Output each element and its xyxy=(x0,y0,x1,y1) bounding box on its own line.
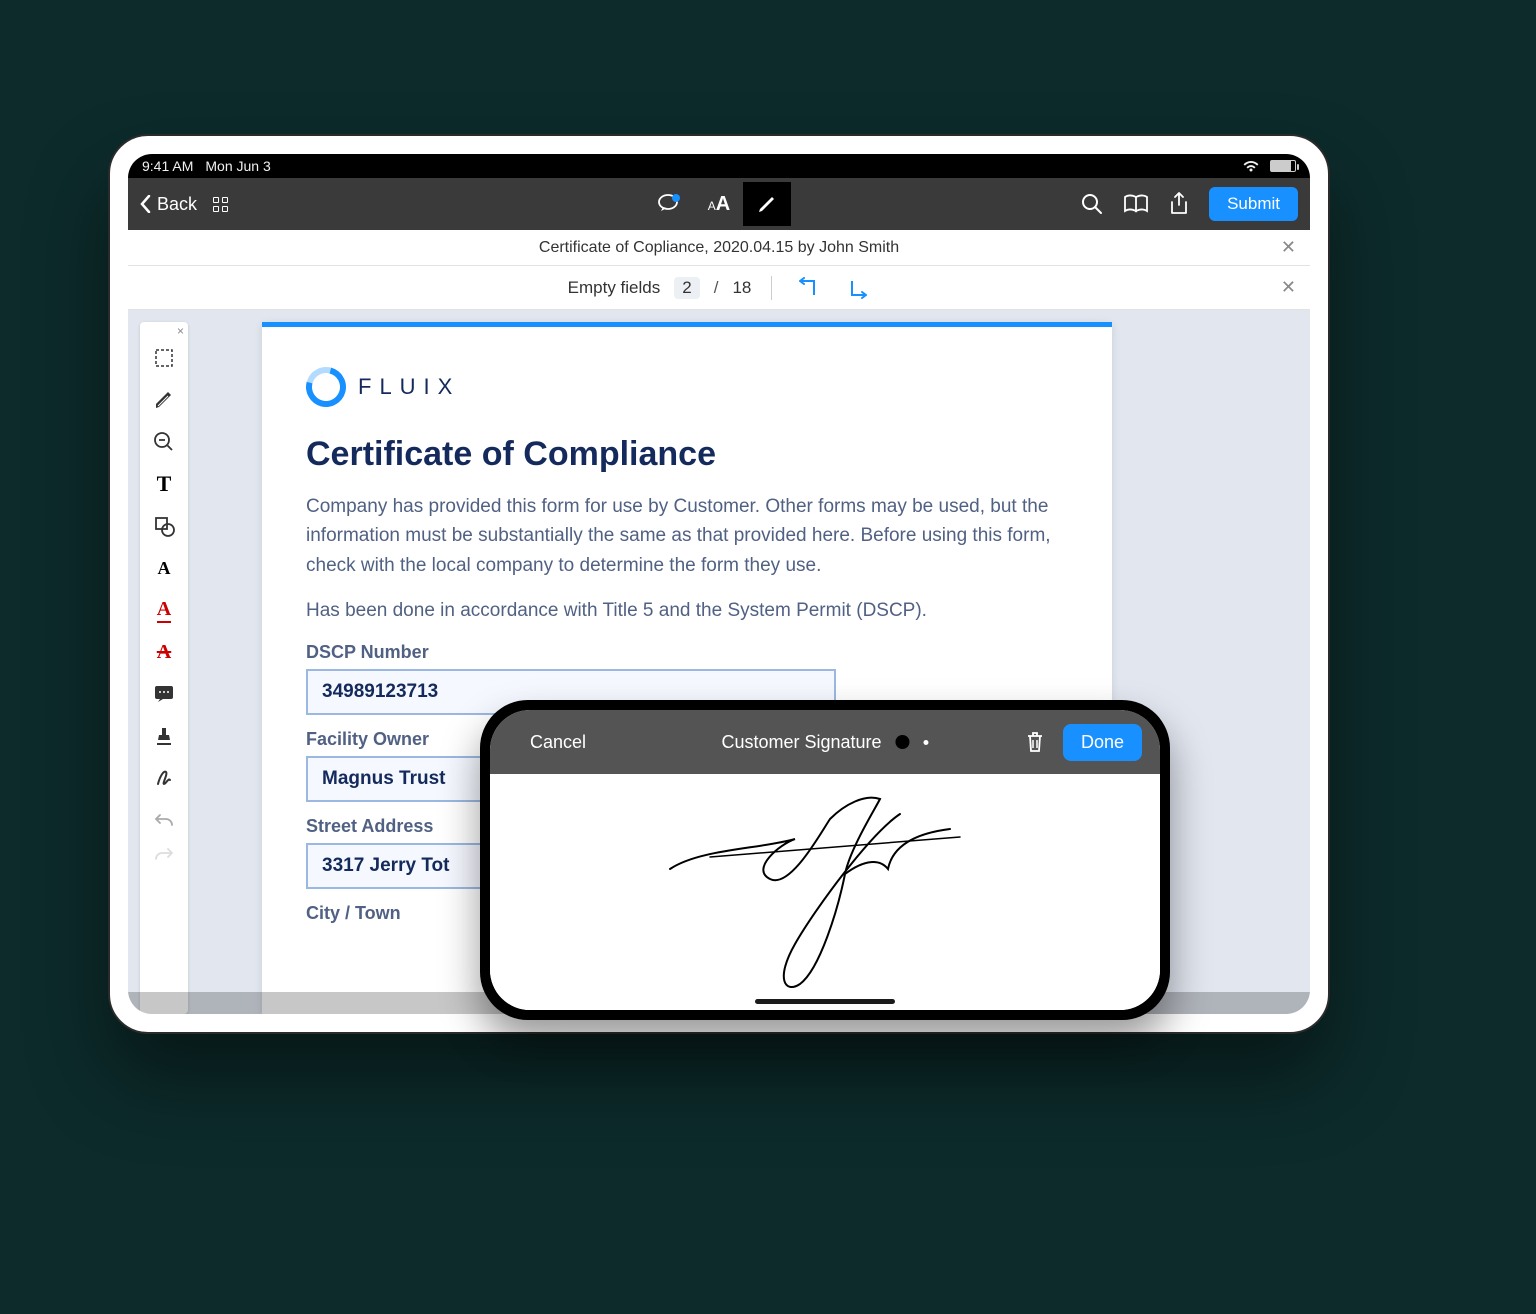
redo-tool[interactable] xyxy=(144,842,184,866)
status-date: Mon Jun 3 xyxy=(205,158,270,174)
annotation-palette: × T A A A xyxy=(140,322,188,1014)
document-title-bar: Certificate of Copliance, 2020.04.15 by … xyxy=(128,230,1310,266)
battery-icon xyxy=(1270,160,1296,172)
done-button[interactable]: Done xyxy=(1063,724,1142,761)
close-fields-bar-button[interactable]: ✕ xyxy=(1281,277,1296,298)
submit-button[interactable]: Submit xyxy=(1209,187,1298,221)
annotate-tab[interactable] xyxy=(743,182,791,226)
brand-header: FLUIX xyxy=(306,367,1068,407)
signature-toolbar: Cancel Customer Signature Done xyxy=(490,710,1160,774)
select-rect-tool[interactable] xyxy=(144,338,184,378)
underline-tool[interactable]: A xyxy=(144,590,184,630)
app-toolbar: Back AA xyxy=(128,178,1310,230)
signature-title: Customer Signature xyxy=(721,732,881,753)
grid-view-button[interactable] xyxy=(213,197,228,212)
signature-canvas[interactable] xyxy=(490,774,1160,1010)
book-icon[interactable] xyxy=(1123,194,1149,214)
cancel-button[interactable]: Cancel xyxy=(530,732,586,753)
document-title: Certificate of Copliance, 2020.04.15 by … xyxy=(539,239,899,257)
text-tool[interactable]: T xyxy=(144,464,184,504)
undo-tool[interactable] xyxy=(144,800,184,840)
document-para-2: Has been done in accordance with Title 5… xyxy=(306,596,1068,625)
next-field-button[interactable] xyxy=(844,277,870,299)
empty-fields-current: 2 xyxy=(674,277,699,299)
highlighter-tool[interactable] xyxy=(144,380,184,420)
empty-fields-bar: Empty fields 2 / 18 ✕ xyxy=(128,266,1310,310)
close-document-button[interactable]: ✕ xyxy=(1281,237,1296,258)
stamp-tool[interactable] xyxy=(144,716,184,756)
status-time: 9:41 AM xyxy=(142,158,193,174)
back-button[interactable]: Back xyxy=(140,194,197,215)
comments-tab[interactable] xyxy=(647,182,695,226)
pen-size-indicator[interactable] xyxy=(924,740,929,745)
zoom-tool[interactable] xyxy=(144,422,184,462)
highlight-text-tool[interactable]: A xyxy=(144,548,184,588)
note-tool[interactable] xyxy=(144,674,184,714)
wifi-icon xyxy=(1242,159,1260,173)
empty-fields-total: 18 xyxy=(732,278,751,298)
fluix-logo-icon xyxy=(299,360,354,415)
iphone-device-frame: Cancel Customer Signature Done xyxy=(480,700,1170,1020)
strikethrough-tool[interactable]: A xyxy=(144,632,184,672)
shape-tool[interactable] xyxy=(144,506,184,546)
back-label: Back xyxy=(157,194,197,215)
document-para-1: Company has provided this form for use b… xyxy=(306,492,1068,580)
prev-field-button[interactable] xyxy=(796,277,822,299)
trash-icon[interactable] xyxy=(1025,731,1045,753)
signature-tool[interactable] xyxy=(144,758,184,798)
field-dscp-label: DSCP Number xyxy=(306,642,1068,663)
iphone-screen: Cancel Customer Signature Done xyxy=(490,710,1160,1010)
ipad-status-bar: 9:41 AM Mon Jun 3 xyxy=(128,154,1310,178)
document-heading: Certificate of Compliance xyxy=(306,435,1068,474)
palette-close-button[interactable]: × xyxy=(177,324,184,338)
iphone-home-indicator xyxy=(755,999,895,1004)
empty-fields-label: Empty fields xyxy=(568,278,661,298)
text-style-tab[interactable]: AA xyxy=(695,182,743,226)
search-icon[interactable] xyxy=(1081,193,1103,215)
pen-color-indicator[interactable] xyxy=(896,735,910,749)
brand-name: FLUIX xyxy=(358,374,460,400)
share-icon[interactable] xyxy=(1169,192,1189,216)
